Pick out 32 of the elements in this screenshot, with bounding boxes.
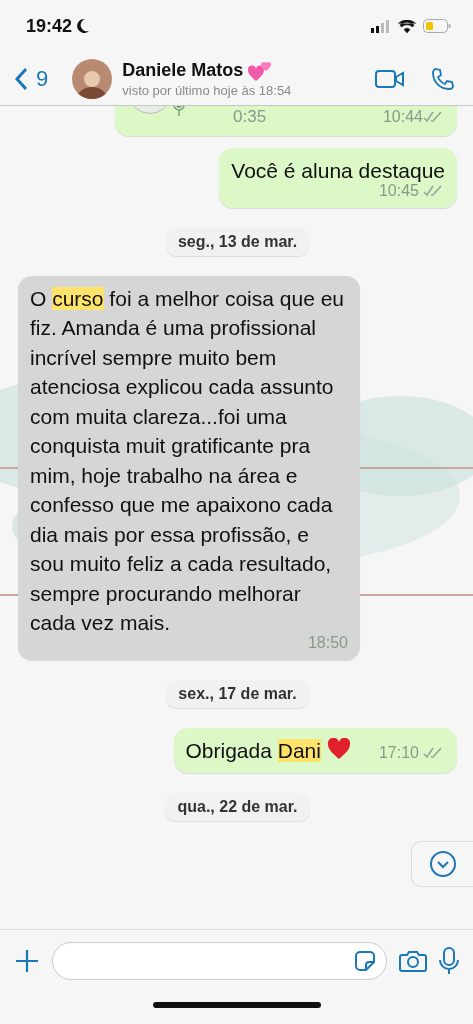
sticker-icon	[354, 950, 376, 972]
chevron-left-icon	[14, 66, 28, 91]
contact-avatar[interactable]	[72, 58, 113, 99]
message-time: 17:10	[378, 743, 419, 762]
message-time: 18:50	[307, 633, 348, 652]
wifi-icon	[398, 19, 416, 33]
video-call-button[interactable]	[375, 68, 405, 89]
signal-icon	[371, 19, 391, 33]
message-text: Você é aluna destaque	[231, 158, 445, 184]
microphone-button[interactable]	[439, 947, 459, 975]
contact-name[interactable]: Daniele Matos	[122, 60, 244, 81]
message-time: 10:45	[378, 181, 419, 200]
message-input-field[interactable]	[52, 942, 387, 980]
add-button[interactable]	[14, 948, 40, 974]
heart-icon	[326, 737, 351, 760]
date-separator: sex., 17 de mar.	[166, 679, 309, 708]
back-button[interactable]: 9	[14, 65, 49, 92]
battery-icon	[423, 19, 451, 33]
clock-time: 19:42	[26, 15, 73, 37]
camera-button[interactable]	[399, 949, 427, 973]
message-text: Obrigada Dani	[185, 738, 321, 762]
moon-icon	[76, 18, 91, 34]
message-text: O curso foi a melhor coisa que eu fiz. Amanda é uma profissional incrível sempre muito bem atenciosa explicou cada assunto com muita clareza...foi uma conquista muit gratificante pra mim, hoje trabalho na área e confesso que me apaixono cada dia mais por essa profissão, e sou muito feliz a cada resultado, sempre procurando melhorar cada vez mais.	[30, 285, 345, 636]
hearts-icon	[247, 59, 274, 82]
date-separator: seg., 13 de mar.	[165, 227, 310, 256]
chevron-down-icon	[428, 850, 457, 878]
voice-duration: 0:35	[233, 107, 267, 127]
date-separator: qua., 22 de mar.	[165, 793, 310, 821]
last-seen-status: visto por último hoje às 18:54	[122, 82, 293, 98]
scroll-down-button[interactable]	[411, 841, 473, 887]
message-time: 10:44	[382, 108, 423, 126]
phone-call-button[interactable]	[431, 66, 455, 91]
